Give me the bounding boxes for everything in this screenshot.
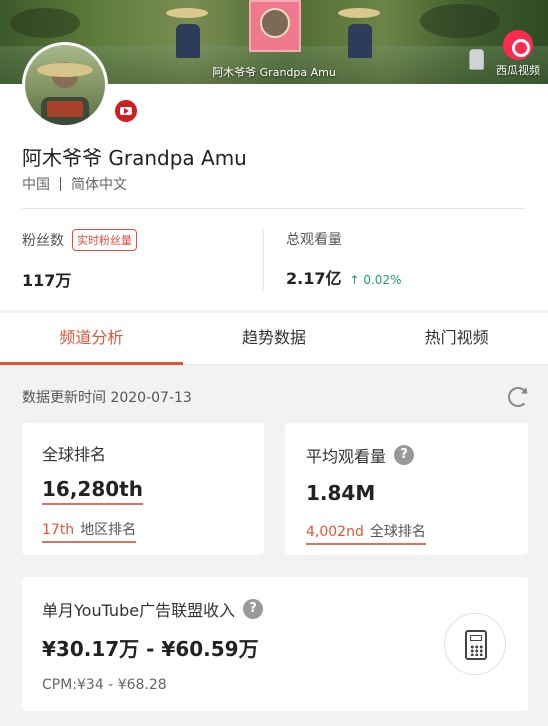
- revenue-title: 单月YouTube广告联盟收入: [42, 601, 236, 620]
- avg-views-global-rank[interactable]: 4,002nd 全球排名: [306, 521, 426, 545]
- xigua-logo-icon: [503, 30, 533, 60]
- realtime-subscribers-button[interactable]: 实时粉丝量: [72, 229, 137, 251]
- region-rank-value: 17th: [42, 522, 75, 538]
- channel-meta: 中国 简体中文: [22, 174, 127, 194]
- revenue-value: ¥30.17万 - ¥60.59万: [42, 637, 259, 661]
- views-trend: ↑ 0.02%: [349, 273, 402, 287]
- avg-views-title: 平均观看量: [306, 447, 387, 466]
- banner-rock: [10, 8, 80, 38]
- tab-trend-data[interactable]: 趋势数据: [183, 313, 366, 364]
- refresh-icon[interactable]: [508, 387, 528, 407]
- region-rank[interactable]: 17th 地区排名: [42, 519, 137, 543]
- views-value: 2.17亿: [286, 269, 342, 288]
- cpm-text: CPM:¥34 - ¥68.28: [42, 677, 167, 693]
- tab-bar: 频道分析 趋势数据 热门视频: [0, 313, 548, 365]
- tab-channel-analysis[interactable]: 频道分析: [0, 313, 183, 365]
- calculator-icon: [465, 630, 487, 660]
- views-label: 总观看量: [286, 232, 342, 248]
- profile-section: 阿木爷爷 Grandpa Amu 中国 简体中文 粉丝数 实时粉丝量 117万 …: [0, 42, 548, 310]
- global-rank-card: 全球排名 16,280th 17th 地区排名: [22, 423, 264, 555]
- avg-views-value: 1.84M: [306, 481, 376, 505]
- subscribers-stat: 粉丝数 实时粉丝量 117万: [22, 229, 137, 291]
- banner-figure: [338, 2, 380, 62]
- subscribers-label: 粉丝数: [22, 233, 64, 249]
- channel-name: 阿木爷爷 Grandpa Amu: [22, 146, 247, 170]
- revenue-card: 单月YouTube广告联盟收入 ? ¥30.17万 - ¥60.59万 CPM:…: [22, 577, 528, 711]
- banner-rock: [420, 4, 500, 38]
- update-row: 数据更新时间 2020-07-13: [22, 387, 528, 407]
- youtube-icon: [113, 98, 139, 124]
- help-icon[interactable]: ?: [243, 599, 264, 619]
- region-rank-label: 地区排名: [80, 522, 137, 538]
- profile-divider: [22, 208, 526, 209]
- stats-divider: [263, 230, 264, 290]
- subscribers-value: 117万: [22, 271, 72, 290]
- banner-figure: [166, 2, 208, 62]
- update-time: 数据更新时间 2020-07-13: [22, 390, 192, 406]
- help-icon[interactable]: ?: [394, 445, 415, 465]
- calculator-button[interactable]: [444, 613, 506, 675]
- xigua-badge: 西瓜视频: [492, 30, 544, 78]
- avg-views-rank-value: 4,002nd: [306, 524, 364, 540]
- banner-center-portrait: [249, 0, 301, 52]
- avg-views-card: 平均观看量 ? 1.84M 4,002nd 全球排名: [285, 423, 528, 555]
- country-label: 中国: [22, 177, 50, 193]
- avatar[interactable]: [22, 42, 108, 128]
- avg-views-rank-label: 全球排名: [369, 524, 426, 540]
- tab-popular-videos[interactable]: 热门视频: [365, 313, 548, 364]
- global-rank-title: 全球排名: [42, 445, 107, 464]
- xigua-label: 西瓜视频: [496, 64, 540, 77]
- views-stat: 总观看量 2.17亿 ↑ 0.02%: [286, 229, 401, 289]
- language-label: 简体中文: [71, 177, 127, 193]
- meta-divider: [60, 177, 61, 191]
- global-rank-value: 16,280th: [42, 477, 143, 505]
